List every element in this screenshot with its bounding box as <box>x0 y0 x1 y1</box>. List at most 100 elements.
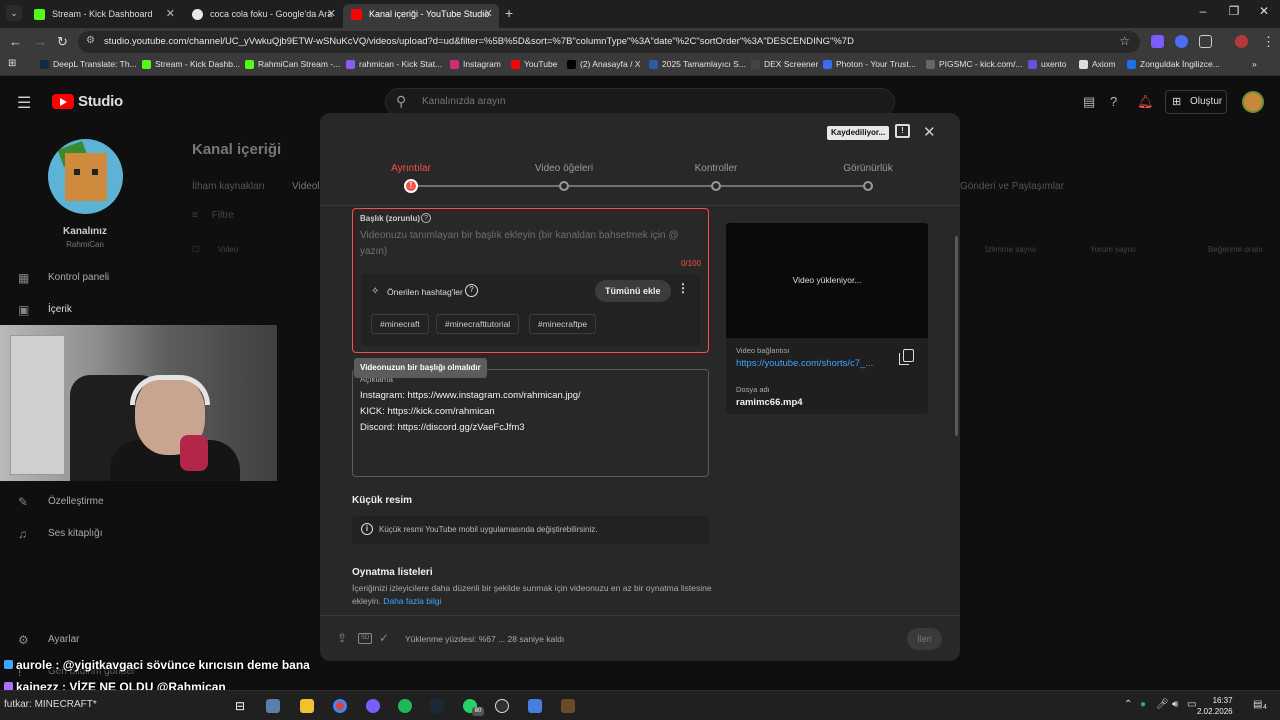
volume-icon[interactable]: 🔊︎ <box>1172 699 1178 710</box>
hashtag-chip[interactable]: #minecrafttutorial <box>436 314 520 334</box>
extension-icon[interactable] <box>1151 35 1164 48</box>
bookmark-item[interactable]: 2025 Tamamlayıcı S... <box>649 59 746 69</box>
network-icon[interactable]: ▭ <box>1187 699 1196 710</box>
close-tab-icon[interactable]: ✕ <box>327 4 336 24</box>
step-checks[interactable]: Kontroller <box>695 163 738 174</box>
close-tab-icon[interactable]: ✕ <box>166 4 175 24</box>
bookmark-item[interactable]: YouTube <box>511 59 557 69</box>
more-options-icon[interactable]: ⋮ <box>677 281 689 295</box>
title-help-icon[interactable]: ? <box>421 213 431 223</box>
bookmark-item[interactable]: DeepL Translate: Th... <box>40 59 137 69</box>
omnibox[interactable]: ⚙ studio.youtube.com/channel/UC_yVwkuQjb… <box>78 31 1140 53</box>
account-avatar[interactable] <box>1242 91 1264 113</box>
sidebar-item-dashboard[interactable]: ▦ Kontrol paneli <box>18 271 109 287</box>
bookmark-item[interactable]: Axiom <box>1079 59 1116 69</box>
file-explorer-icon[interactable] <box>300 699 314 713</box>
bookmark-item[interactable]: RahmiCan Stream -... <box>245 59 340 69</box>
tab-posts[interactable]: Gönderi ve Paylaşımlar <box>960 181 1064 192</box>
extension-icon[interactable] <box>1175 35 1188 48</box>
bookmark-item[interactable]: Instagram <box>450 59 501 69</box>
file-name: ramimc66.mp4 <box>736 397 803 408</box>
monitor-app-icon[interactable] <box>266 699 280 713</box>
browser-tab-google[interactable]: coca cola foku - Google'da Ara ✕ <box>184 4 342 28</box>
discord-icon[interactable] <box>366 699 380 713</box>
browser-tab-kick[interactable]: Stream - Kick Dashboard ✕ <box>26 4 181 28</box>
spotify-icon[interactable] <box>398 699 412 713</box>
minimize-icon[interactable]: – <box>1193 4 1213 18</box>
filter-bar[interactable]: ≡ Filtre <box>192 210 234 221</box>
title-input[interactable]: Videonuzu tanımlayan bir başlık ekleyin … <box>360 228 690 260</box>
hashtag-chip[interactable]: #minecraft <box>371 314 429 334</box>
select-all-checkbox[interactable]: ☐ <box>192 245 199 254</box>
step-dot[interactable] <box>559 181 569 191</box>
sidebar-item-audio-library[interactable]: ♫ Ses kitaplığı <box>18 527 102 543</box>
learn-more-link[interactable]: Daha fazla bilgi <box>383 596 441 606</box>
tray-overflow-icon[interactable]: ⌃ <box>1124 699 1132 710</box>
bookmark-item[interactable]: PIGSMC - kick.com/... <box>926 59 1023 69</box>
close-dialog-icon[interactable]: ✕ <box>923 123 936 141</box>
task-view-icon[interactable]: ⊟ <box>233 699 247 713</box>
close-window-icon[interactable]: ✕ <box>1254 4 1274 18</box>
bookmark-item[interactable]: DEX Screener <box>751 59 818 69</box>
browser-menu-icon[interactable]: ⋮ <box>1262 34 1275 50</box>
back-icon[interactable]: ← <box>9 34 22 49</box>
step-video-elements[interactable]: Video öğeleri <box>535 163 593 174</box>
tab-search-button[interactable]: ⌄ <box>6 5 22 21</box>
sidebar-item-settings[interactable]: ⚙ Ayarlar <box>18 633 80 649</box>
dialog-scrollbar[interactable] <box>955 236 958 436</box>
sidebar-item-customization[interactable]: ✎ Özelleştirme <box>18 495 104 511</box>
channel-avatar[interactable] <box>48 139 123 214</box>
apps-grid-icon[interactable]: ⊞ <box>8 58 16 69</box>
extensions-puzzle-icon[interactable] <box>1199 35 1212 48</box>
bookmark-favicon-icon <box>1028 60 1037 69</box>
microphone-icon[interactable]: 🎤︎ <box>1156 699 1169 710</box>
url-text[interactable]: studio.youtube.com/channel/UC_yVwkuQjb9E… <box>104 36 854 47</box>
step-visibility[interactable]: Görünürlük <box>843 163 892 174</box>
description-field[interactable]: Açıklama Instagram: https://www.instagra… <box>352 369 709 477</box>
bookmark-item[interactable]: uxento <box>1028 59 1067 69</box>
tray-app-icon[interactable]: ● <box>1140 699 1146 710</box>
minecraft-icon[interactable] <box>561 699 575 713</box>
add-all-hashtags-button[interactable]: Tümünü ekle <box>595 280 671 302</box>
menu-icon[interactable]: ☰ <box>17 93 31 113</box>
feedback-report-icon[interactable]: ! <box>895 124 910 138</box>
tab-inspiration[interactable]: İlham kaynakları <box>192 181 265 192</box>
steam-icon[interactable] <box>430 699 444 713</box>
step-dot[interactable] <box>711 181 721 191</box>
next-button[interactable]: İleri <box>907 628 942 650</box>
title-field[interactable]: Başlık (zorunlu) ? Videonuzu tanımlayan … <box>352 208 709 353</box>
sidebar-item-content[interactable]: ▣ İçerik <box>18 303 72 319</box>
reload-icon[interactable]: ↻ <box>57 34 68 50</box>
bookmark-item[interactable]: rahmican - Kick Stat... <box>346 59 442 69</box>
site-info-icon[interactable]: ⚙ <box>86 35 95 46</box>
channel-search-input[interactable]: ⚲ Kanalınızda arayın <box>385 88 895 116</box>
close-tab-icon[interactable]: ✕ <box>484 4 493 24</box>
new-tab-button[interactable]: + <box>505 5 513 21</box>
bookmark-item[interactable]: (2) Anasayfa / X <box>567 59 640 69</box>
video-link[interactable]: https://youtube.com/shorts/c7_... <box>736 358 873 369</box>
hashtag-chip[interactable]: #minecraftpe <box>529 314 597 334</box>
obs-icon[interactable] <box>495 699 509 713</box>
copy-link-icon[interactable] <box>899 349 914 365</box>
browser-tab-youtube-studio[interactable]: Kanal içeriği - YouTube Studio ✕ <box>343 4 499 28</box>
step-error-icon[interactable]: ! <box>404 179 418 193</box>
create-button[interactable]: ⊞ Oluştur <box>1165 90 1227 114</box>
hashtags-help-icon[interactable]: ? <box>465 284 478 297</box>
app-icon[interactable] <box>528 699 542 713</box>
more-bookmarks-icon[interactable]: » <box>1252 59 1257 69</box>
subtitles-icon[interactable]: ▤ <box>1083 94 1095 110</box>
help-icon[interactable]: ? <box>1110 94 1117 109</box>
forward-icon[interactable]: → <box>34 34 47 49</box>
taskbar-clock[interactable]: 16:37 2.02.2026 <box>1197 695 1233 717</box>
bookmark-item[interactable]: Stream - Kick Dashb... <box>142 59 240 69</box>
notifications-bell-icon[interactable]: 🔔︎ <box>1137 94 1154 110</box>
maximize-icon[interactable]: ❐ <box>1224 4 1244 18</box>
bookmark-item[interactable]: Zonguldak İngilizce... <box>1127 59 1220 69</box>
notification-center-icon[interactable]: ▤ <box>1253 699 1262 710</box>
step-details[interactable]: Ayrıntılar <box>391 163 431 174</box>
profile-avatar-icon[interactable] <box>1235 35 1248 48</box>
chrome-icon[interactable] <box>333 699 347 713</box>
bookmark-star-icon[interactable]: ☆ <box>1119 34 1130 48</box>
bookmark-item[interactable]: Photon - Your Trust... <box>823 59 916 69</box>
step-dot[interactable] <box>863 181 873 191</box>
